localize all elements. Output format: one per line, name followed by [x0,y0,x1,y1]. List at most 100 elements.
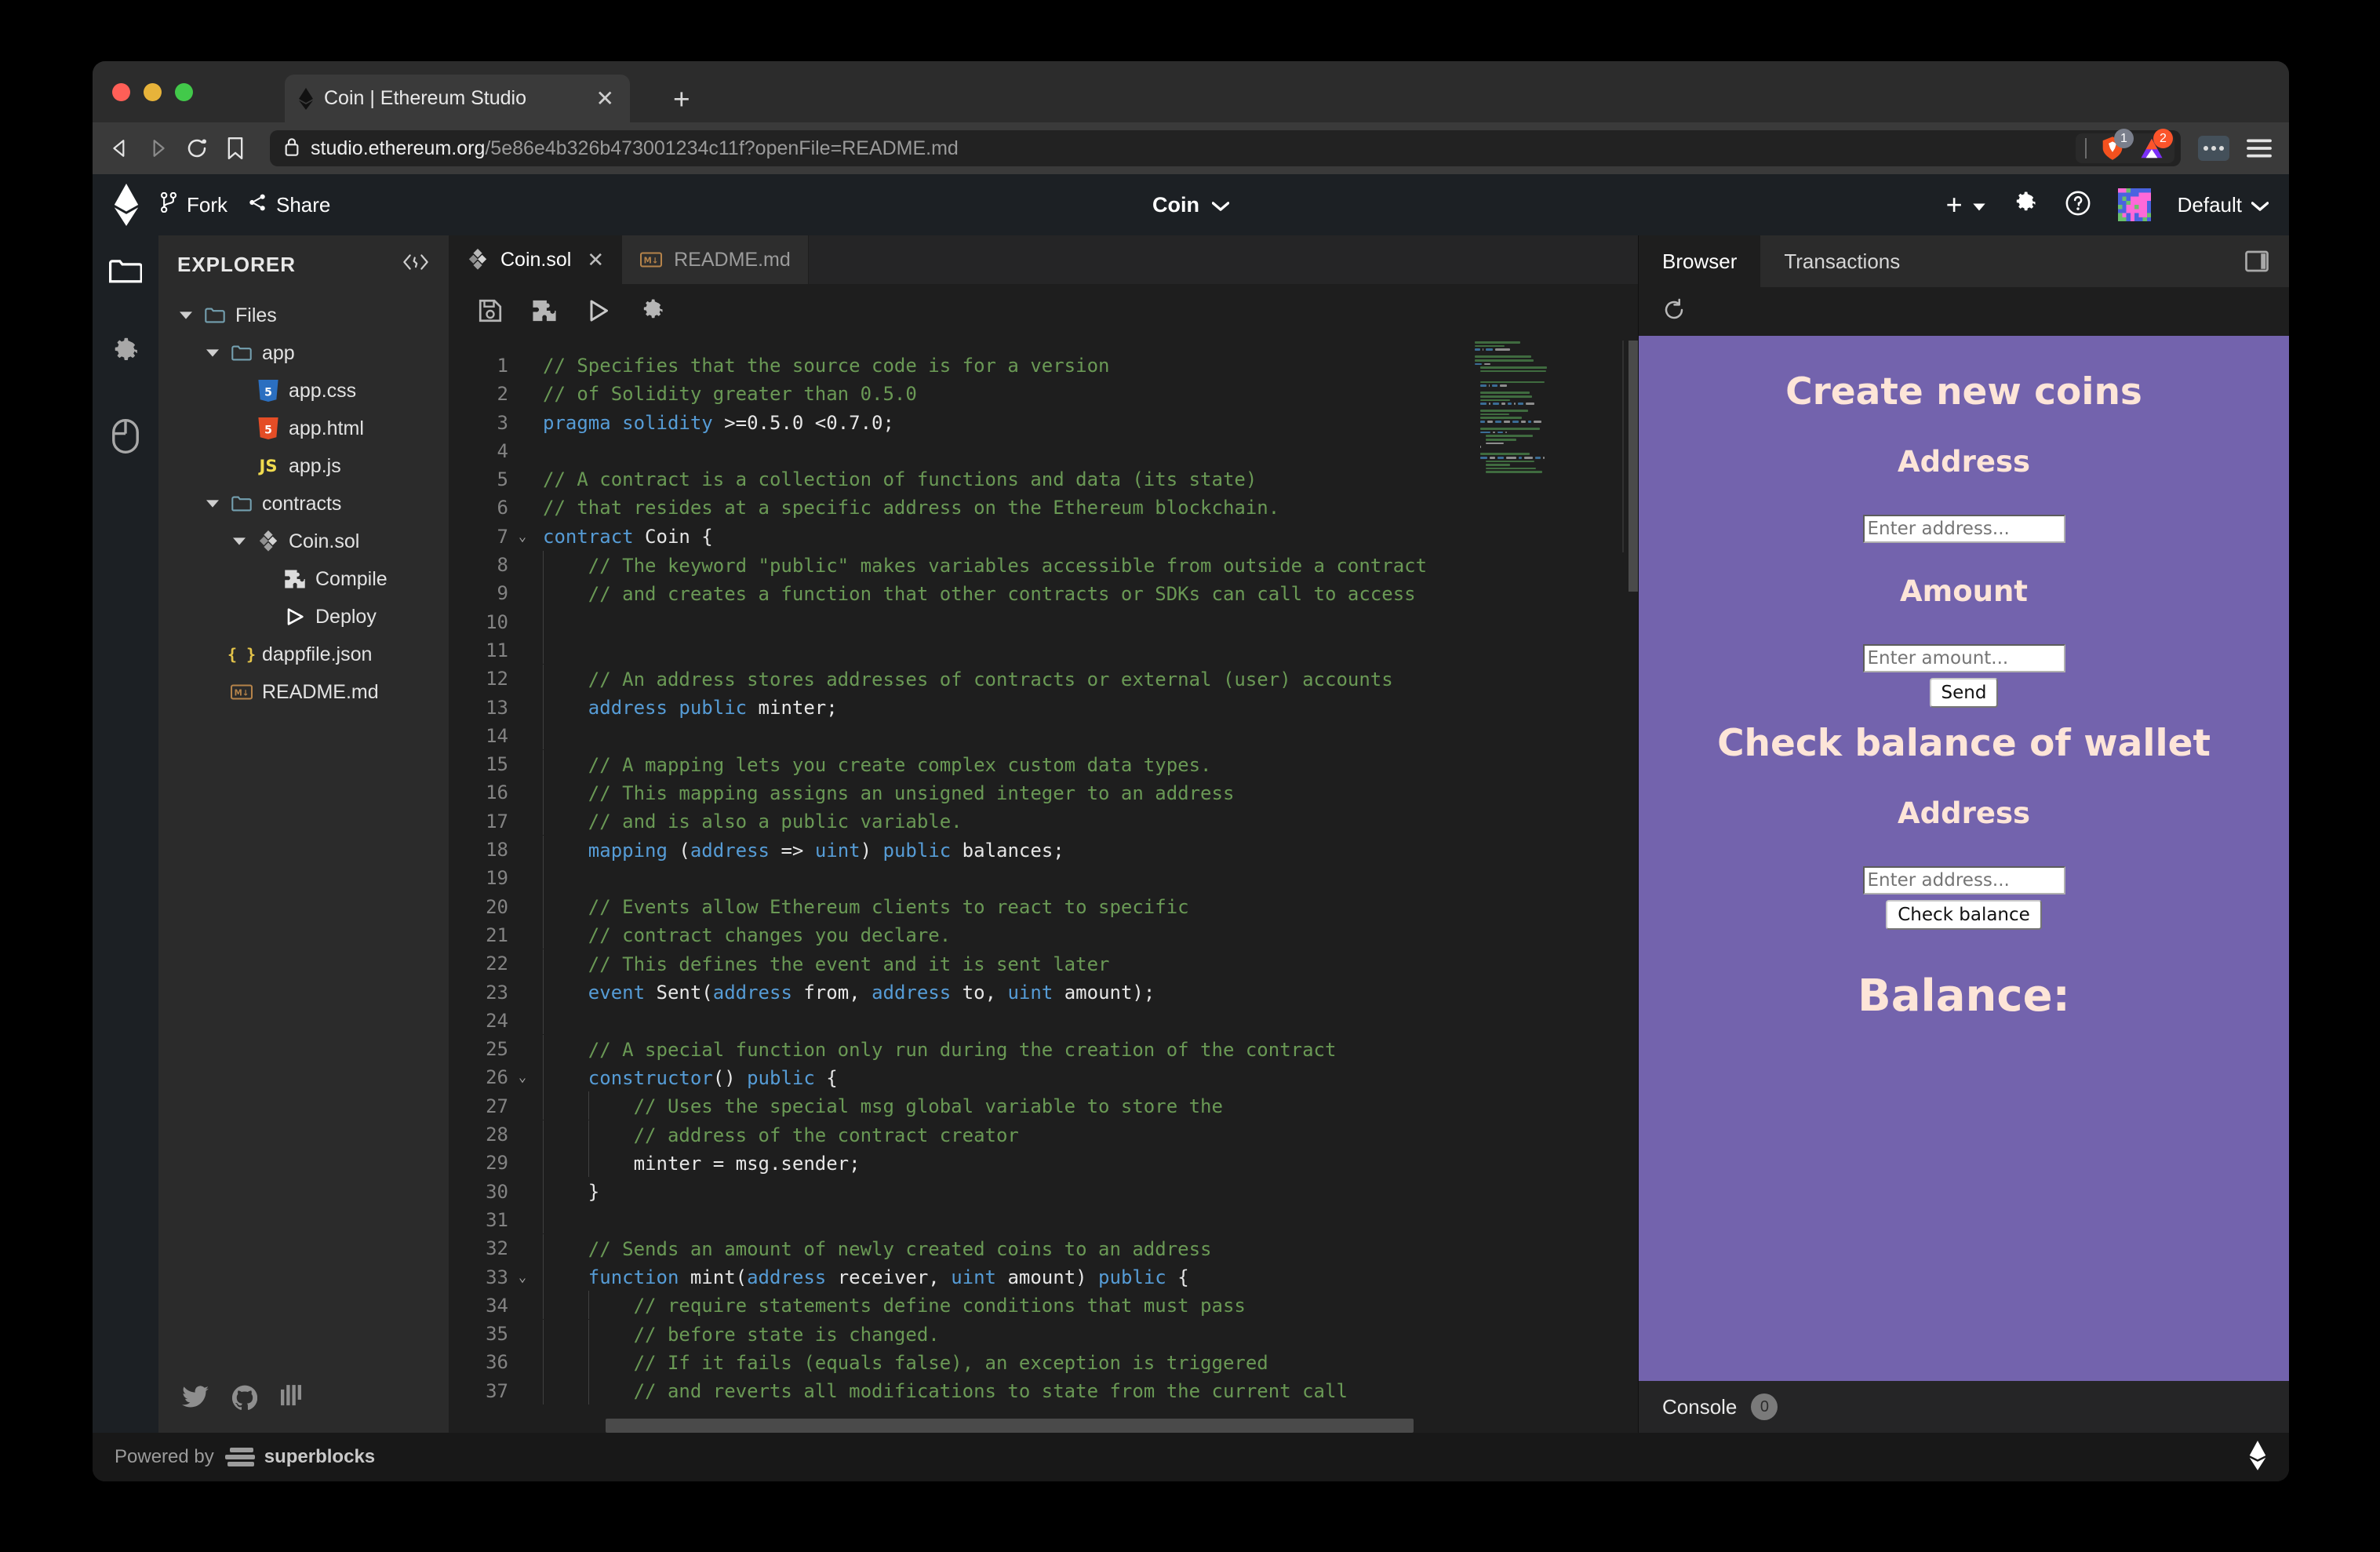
url-domain: studio.ethereum.org [311,137,485,159]
minimize-window-button[interactable] [144,83,162,101]
gear-icon[interactable] [2013,191,2038,220]
question-circle-icon[interactable] [2065,190,2091,220]
deploy-play-icon[interactable] [587,299,610,326]
close-icon[interactable]: ✕ [591,86,619,111]
console-bar[interactable]: Console 0 [1639,1381,2289,1433]
share-icon [248,193,267,217]
dapp-address-input-2[interactable] [1863,866,2065,894]
new-tab-button[interactable]: + [673,85,690,114]
file-tree-item-label: app.js [289,455,341,478]
caret-down-icon[interactable] [231,537,248,546]
sidebar-item-files[interactable] [109,257,142,288]
reload-icon[interactable] [185,137,209,160]
dapp-amount-input[interactable] [1863,644,2065,672]
add-button[interactable]: + [1946,193,1986,217]
chevron-down-icon [1212,193,1229,217]
minimap-slider[interactable] [1622,341,1624,552]
file-tree-item-label: Compile [315,568,388,591]
code-line-text: // contract changes you declare. [537,920,951,949]
file-tree-item[interactable]: 5app.html [158,410,449,447]
ethereum-icon [2248,1441,2267,1474]
line-number: 12 [449,665,508,693]
line-number: 8 [449,551,508,579]
twitter-icon[interactable] [182,1386,209,1413]
reload-icon[interactable] [1662,298,1686,326]
caret-down-icon[interactable] [204,348,221,358]
svg-text:5: 5 [264,424,272,436]
share-button[interactable]: Share [248,193,330,217]
maximize-window-button[interactable] [175,83,193,101]
preview-tab[interactable]: Transactions [1760,235,2289,287]
file-tree-item-label: Files [235,304,277,327]
file-tree-item[interactable]: M↓README.md [158,673,449,711]
hamburger-menu-icon[interactable] [2247,138,2272,158]
file-tree-item[interactable]: Coin.sol [158,523,449,560]
gitter-icon[interactable] [281,1385,301,1414]
account-selector[interactable]: Default [2178,193,2269,217]
code-line-text: // Specifies that the source code is for… [537,352,1109,380]
address-bar[interactable]: studio.ethereum.org/5e86e4b326b473001234… [270,130,2181,166]
file-tree-item[interactable]: JSapp.js [158,447,449,485]
file-tree-item-label: dappfile.json [262,643,372,666]
forward-arrow-icon[interactable] [147,138,168,158]
code-line: 31 [449,1206,1638,1234]
code-line-text [537,1006,588,1035]
caret-down-icon[interactable] [204,499,221,508]
lock-icon [284,137,300,160]
compile-puzzle-icon[interactable] [532,299,557,326]
file-tree-item[interactable]: app [158,334,449,372]
code-collapse-icon[interactable] [402,253,430,276]
dapp-preview[interactable]: Create new coins Address Amount Send Che… [1639,336,2289,1381]
browser-tab[interactable]: Coin | Ethereum Studio ✕ [285,75,630,122]
panel-layout-icon[interactable] [2245,250,2269,277]
editor-tab[interactable]: M↓README.md [622,235,809,284]
file-tree-item[interactable]: Compile [158,560,449,598]
fold-chevron-icon[interactable]: ⌄ [508,1263,537,1292]
editor-toolbar [449,284,1638,341]
file-tree-item[interactable]: Deploy [158,598,449,636]
back-arrow-icon[interactable] [110,138,130,158]
horizontal-scrollbar[interactable] [606,1419,1414,1433]
brave-shields-icon[interactable]: 1 [2099,135,2126,162]
dapp-check-balance-button[interactable]: Check balance [1886,900,2042,930]
code-line: 18 mapping (address => uint) public bala… [449,836,1638,864]
fold-chevron-icon[interactable]: ⌄ [508,1063,537,1091]
bookmark-icon[interactable] [226,137,245,159]
code-minimap[interactable] [1475,341,1624,1433]
code-line-text: // of Solidity greater than 0.5.0 [537,380,917,408]
caret-down-icon[interactable] [177,311,195,320]
file-tree-item[interactable]: { }dappfile.json [158,636,449,673]
code-line-text: // The keyword "public" makes variables … [537,551,1427,580]
save-icon[interactable] [479,299,502,326]
vertical-scrollbar[interactable] [1629,341,1638,592]
identicon-avatar[interactable] [2118,188,2151,221]
dapp-title-check: Check balance of wallet [1639,722,2289,765]
dapp-address-input-1[interactable] [1863,515,2065,543]
file-tree-item[interactable]: contracts [158,485,449,523]
brave-rewards-icon[interactable]: 2 [2138,135,2165,162]
code-line-text: // An address stores addresses of contra… [537,665,1393,694]
dapp-balance-label: Balance: [1639,971,2289,1022]
code-line: 27 // Uses the special msg global variab… [449,1092,1638,1120]
sidebar-item-interact[interactable] [112,419,139,457]
preview-tab[interactable]: Browser [1639,235,1760,287]
editor-tab[interactable]: Coin.sol✕ [449,235,622,284]
account-label: Default [2178,193,2242,217]
fork-button[interactable]: Fork [160,192,227,218]
code-line-text: constructor() public { [537,1063,838,1092]
dapp-send-button[interactable]: Send [1930,678,1999,708]
ethereum-logo-icon[interactable] [113,184,140,226]
fold-chevron-icon[interactable]: ⌄ [508,523,537,551]
file-tree-item[interactable]: 5app.css [158,372,449,410]
code-area[interactable]: 1// Specifies that the source code is fo… [449,341,1638,1433]
folder-icon [203,304,227,327]
more-options-icon[interactable] [2198,136,2229,161]
minimap-line [1475,470,1624,474]
file-tree-item[interactable]: Files [158,297,449,334]
code-lines[interactable]: 1// Specifies that the source code is fo… [449,341,1638,1433]
close-window-button[interactable] [112,83,130,101]
github-icon[interactable] [232,1385,257,1414]
close-icon[interactable]: ✕ [587,248,604,272]
sidebar-item-settings[interactable] [111,337,140,370]
settings-gear-icon[interactable] [640,298,665,327]
